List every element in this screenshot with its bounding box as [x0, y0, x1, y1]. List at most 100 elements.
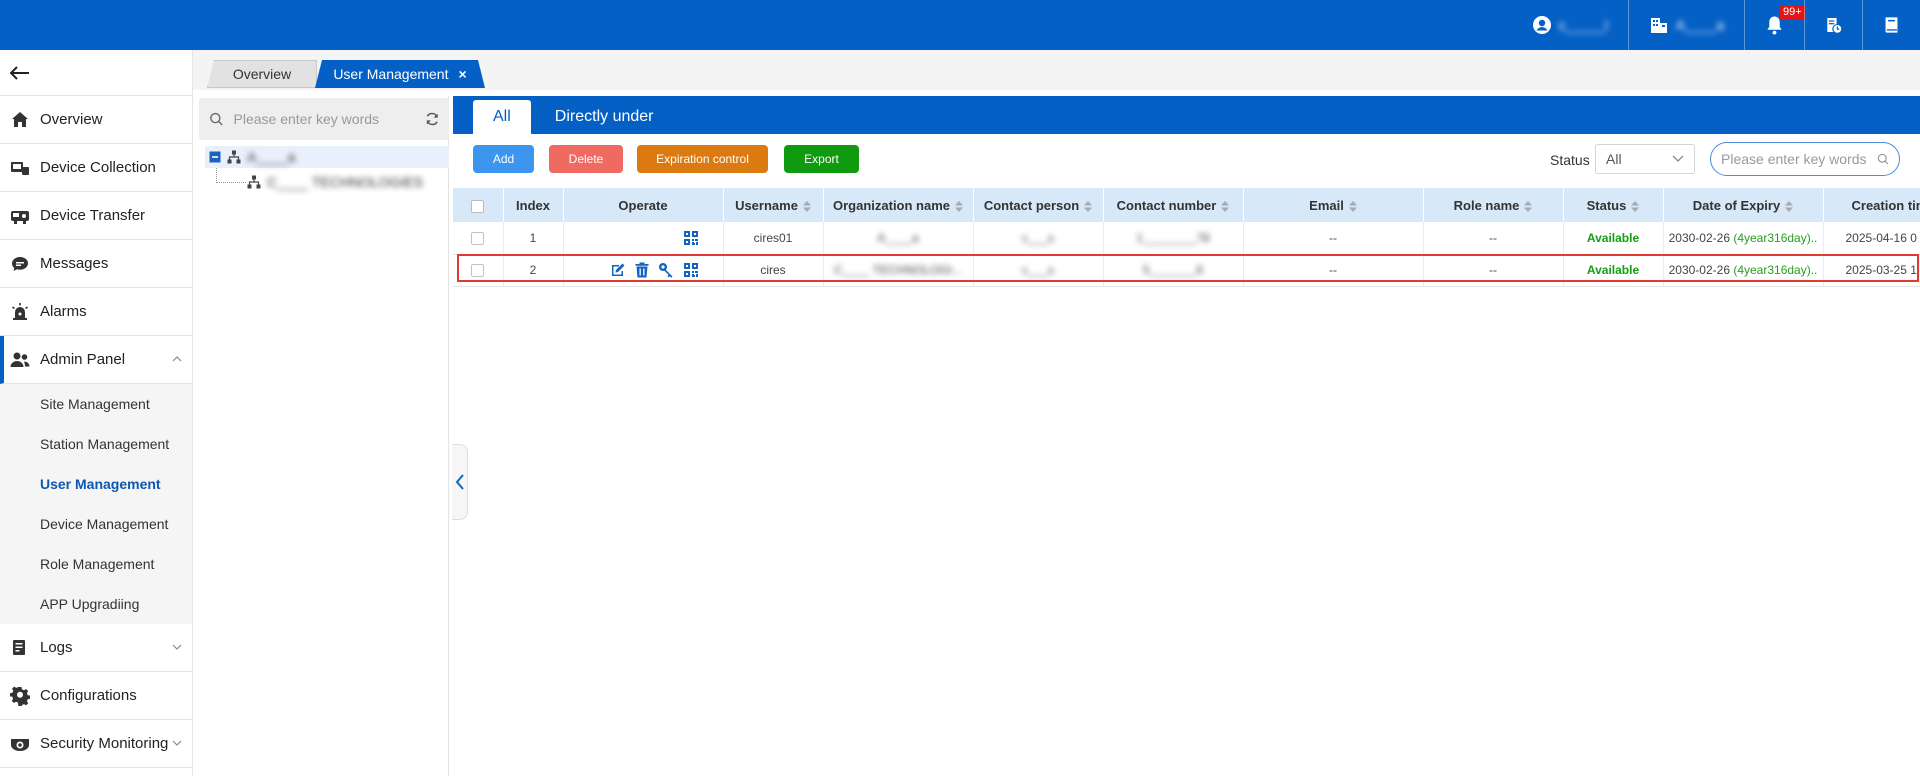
sort-icon[interactable] [1084, 200, 1093, 212]
search-icon [210, 112, 223, 126]
status-filter-select[interactable]: All [1595, 144, 1695, 174]
chevron-down-icon[interactable] [172, 642, 182, 652]
header-label: Username [735, 197, 798, 213]
cell-phone: 1________78 [1103, 222, 1244, 255]
chevron-down-icon[interactable] [172, 738, 182, 748]
row-checkbox[interactable] [471, 264, 485, 278]
tree-search-input[interactable] [233, 111, 415, 127]
submenu-role-management[interactable]: Role Management [0, 544, 192, 584]
cell-org: C____ TECHNOLOGI... [823, 254, 974, 287]
sidebar-item-overview[interactable]: Overview [0, 96, 192, 144]
sort-icon[interactable] [1221, 200, 1230, 212]
row-select-cell [453, 222, 504, 255]
header-org[interactable]: Organization name [823, 188, 974, 222]
sidebar-item-admin-panel[interactable]: Admin Panel [0, 336, 192, 384]
header-phone[interactable]: Contact number [1103, 188, 1244, 222]
qr-code-icon[interactable] [683, 262, 699, 278]
sort-icon[interactable] [1524, 200, 1533, 212]
sort-icon[interactable] [802, 200, 811, 212]
search-input[interactable] [1721, 151, 1871, 167]
header-index: Index [503, 188, 564, 222]
cell-contact: c___s [973, 222, 1104, 255]
sidebar-item-messages[interactable]: Messages [0, 240, 192, 288]
key-icon[interactable] [658, 262, 674, 278]
device-collection-icon [10, 158, 30, 178]
manual-button[interactable] [1862, 0, 1920, 50]
collapse-toggle-icon[interactable] [209, 151, 221, 163]
cell-created: 2025-04-16 0 [1823, 222, 1920, 255]
device-transfer-icon [10, 206, 30, 226]
sort-icon[interactable] [1348, 200, 1357, 212]
sidebar-item-label: Device Collection [40, 159, 156, 176]
search-icon[interactable] [1877, 151, 1889, 167]
submenu-site-management[interactable]: Site Management [0, 384, 192, 424]
sort-icon[interactable] [1631, 200, 1640, 212]
cell-username: cires [723, 254, 824, 287]
header-label: Email [1309, 197, 1344, 213]
submenu-station-management[interactable]: Station Management [0, 424, 192, 464]
edit-icon[interactable] [610, 262, 626, 278]
refresh-icon[interactable] [425, 111, 440, 127]
chevron-up-icon[interactable] [172, 354, 182, 364]
sidebar-item-label: Device Transfer [40, 207, 146, 224]
expiration-control-button[interactable]: Expiration control [637, 145, 768, 173]
header-created[interactable]: Creation time [1823, 188, 1920, 222]
gear-icon [10, 686, 30, 706]
cell-created: 2025-03-25 1 [1823, 254, 1920, 287]
sidebar-item-security-monitoring[interactable]: Security Monitoring [0, 720, 192, 768]
org-switcher[interactable]: A____a [1627, 0, 1744, 50]
chat-icon [10, 254, 30, 274]
org-tree-icon [247, 175, 261, 189]
report-button[interactable] [1804, 0, 1862, 50]
arrow-left-icon[interactable] [10, 65, 30, 80]
phone-value: 5_______6 [1142, 263, 1204, 277]
tab-user-management[interactable]: User Management × [315, 60, 485, 88]
user-menu[interactable]: c_____l [1512, 0, 1628, 50]
top-bar-actions: c_____l A____a 99+ [1512, 0, 1920, 50]
sidebar-item-configurations[interactable]: Configurations [0, 672, 192, 720]
header-role[interactable]: Role name [1423, 188, 1564, 222]
sidebar-item-device-collection[interactable]: Device Collection [0, 144, 192, 192]
expiry-date: 2030-02-26 [1668, 230, 1730, 245]
add-button[interactable]: Add [473, 145, 534, 173]
table-row[interactable]: 1 cires01 A____a c___s 1________78 -- --… [453, 222, 1920, 255]
close-icon[interactable]: × [458, 66, 466, 82]
header-expiry[interactable]: Date of Expiry [1663, 188, 1824, 222]
cell-contact: c___s [973, 254, 1104, 287]
tree-search-box [199, 98, 449, 140]
sidebar-item-alarms[interactable]: Alarms [0, 288, 192, 336]
select-all-checkbox[interactable] [471, 199, 485, 213]
tab-overview[interactable]: Overview [207, 60, 317, 88]
tab-all[interactable]: All [473, 100, 531, 134]
notification-badge: 99+ [1779, 5, 1806, 20]
sidebar-item-label: Admin Panel [40, 351, 126, 368]
tree-node-child[interactable]: C____ TECHNOLOGIES [247, 171, 423, 193]
submenu-app-upgrading[interactable]: APP Upgradiing [0, 584, 192, 624]
table-row[interactable]: 2 cires C____ TECHNOLOGI... c___s 5_____… [453, 254, 1920, 287]
tree-node-root[interactable]: A____a [205, 146, 449, 168]
header-label: Organization name [832, 197, 951, 213]
home-icon [10, 110, 30, 130]
user-table: Index Operate Username Organization name… [453, 188, 1920, 287]
submenu-user-management[interactable]: User Management [0, 464, 192, 504]
delete-icon[interactable] [635, 262, 649, 278]
tab-directly-under[interactable]: Directly under [535, 100, 674, 134]
qr-code-icon[interactable] [683, 230, 699, 246]
row-checkbox[interactable] [471, 231, 485, 245]
sort-icon[interactable] [1785, 200, 1794, 212]
notifications-button[interactable]: 99+ [1744, 0, 1806, 50]
export-button[interactable]: Export [784, 145, 859, 173]
sidebar-item-device-transfer[interactable]: Device Transfer [0, 192, 192, 240]
sort-icon[interactable] [955, 200, 964, 212]
submenu-device-management[interactable]: Device Management [0, 504, 192, 544]
sidebar-item-logs[interactable]: Logs [0, 624, 192, 672]
user-name: c_____l [1558, 17, 1608, 33]
status-filter-label: Status [1550, 152, 1590, 168]
delete-button[interactable]: Delete [549, 145, 623, 173]
header-email[interactable]: Email [1243, 188, 1424, 222]
sidebar-back[interactable] [0, 50, 192, 96]
header-status[interactable]: Status [1563, 188, 1664, 222]
sidebar-item-label: Alarms [40, 303, 87, 320]
header-contact[interactable]: Contact person [973, 188, 1104, 222]
header-username[interactable]: Username [723, 188, 824, 222]
